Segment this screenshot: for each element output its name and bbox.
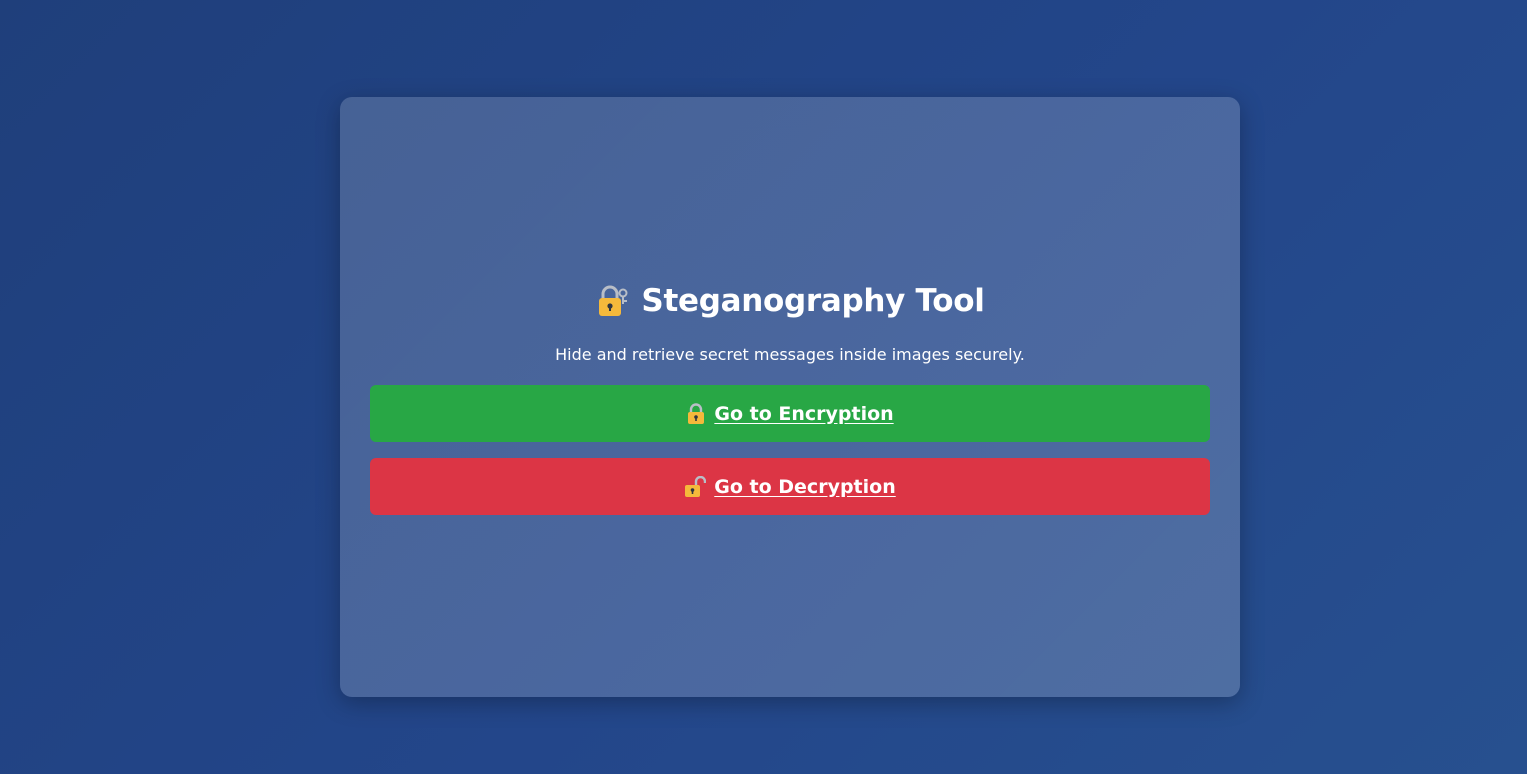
go-to-decryption-button[interactable]: Go to Decryption: [370, 458, 1210, 515]
lock-with-key-icon: [595, 284, 629, 318]
open-lock-icon: [684, 475, 707, 498]
page-title: Steganography Tool: [641, 283, 985, 319]
closed-lock-icon: [686, 402, 706, 425]
go-to-encryption-link[interactable]: Go to Encryption: [686, 402, 894, 425]
encryption-button-label: Go to Encryption: [714, 402, 894, 425]
page-header: Steganography Tool: [340, 276, 1240, 326]
main-card: Steganography Tool Hide and retrieve sec…: [340, 97, 1240, 697]
decryption-button-label: Go to Decryption: [714, 475, 896, 498]
page-subtitle: Hide and retrieve secret messages inside…: [555, 345, 1025, 364]
go-to-encryption-button[interactable]: Go to Encryption: [370, 385, 1210, 442]
go-to-decryption-link[interactable]: Go to Decryption: [684, 475, 896, 498]
